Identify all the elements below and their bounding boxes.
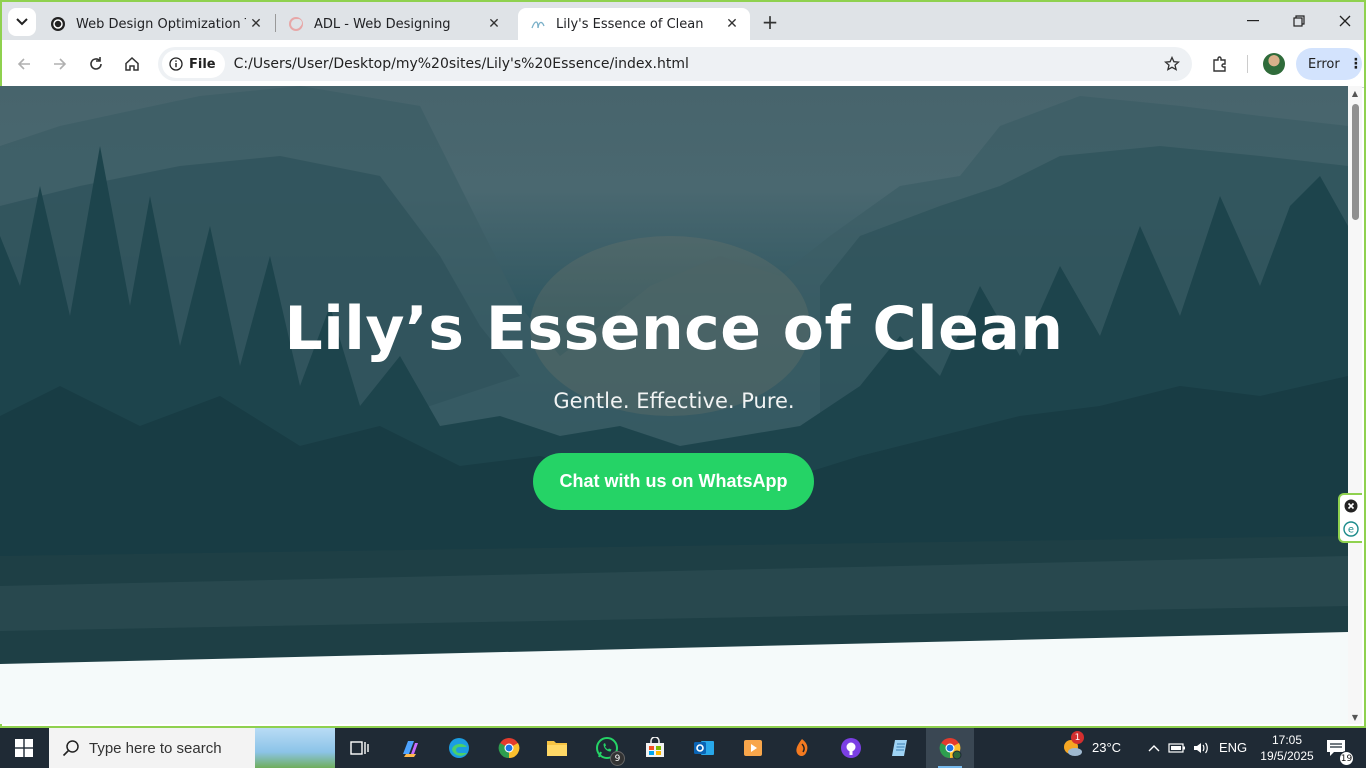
tab-title: Lily's Essence of Clean <box>556 16 704 32</box>
back-button[interactable] <box>10 50 38 78</box>
github-icon[interactable] <box>837 734 865 762</box>
home-button[interactable] <box>118 50 146 78</box>
tab-lilys-essence[interactable]: Lily's Essence of Clean ✕ <box>518 8 750 40</box>
close-window-button[interactable] <box>1322 6 1364 36</box>
bookmark-star-icon[interactable] <box>1162 54 1182 74</box>
tab-title: Web Design Optimization Tips <box>76 16 246 32</box>
svg-text:e: e <box>1348 525 1354 536</box>
kebab-menu-icon: ⋮ <box>1348 56 1363 72</box>
info-icon <box>169 57 183 71</box>
address-bar[interactable]: File C:/Users/User/Desktop/my%20sites/Li… <box>158 47 1192 81</box>
weather-temperature[interactable]: 23°C <box>1092 740 1121 755</box>
tab-adl-web-designing[interactable]: ADL - Web Designing ✕ <box>276 8 512 40</box>
chevron-down-icon <box>16 18 28 26</box>
restore-icon <box>1293 15 1305 27</box>
restore-button[interactable] <box>1276 6 1322 36</box>
copilot-icon[interactable] <box>396 734 424 762</box>
windows-logo-icon <box>15 739 33 757</box>
weather-icon[interactable]: 1 <box>1058 731 1086 762</box>
file-explorer-icon[interactable] <box>543 734 571 762</box>
close-icon[interactable]: ✕ <box>484 14 504 34</box>
task-view-icon[interactable] <box>346 734 374 762</box>
outlook-icon[interactable] <box>690 734 718 762</box>
hero-section: Lily’s Essence of Clean Gentle. Effectiv… <box>0 86 1348 666</box>
page-scrollbar[interactable]: ▲ ▼ <box>1348 86 1362 724</box>
fl-studio-icon[interactable] <box>788 734 816 762</box>
arrow-left-icon <box>17 58 30 70</box>
microsoft-store-icon[interactable] <box>641 734 669 762</box>
toolbar-divider <box>1247 55 1248 73</box>
tab-strip: Web Design Optimization Tips ✕ ADL - Web… <box>2 2 1364 40</box>
scheme-label: File <box>189 56 216 72</box>
volume-icon[interactable] <box>1187 734 1215 762</box>
notifications-count-badge: 19 <box>1339 751 1354 766</box>
url-text[interactable]: C:/Users/User/Desktop/my%20sites/Lily's%… <box>234 56 689 72</box>
reload-button[interactable] <box>82 50 110 78</box>
adl-icon <box>288 16 304 32</box>
tab-title: ADL - Web Designing <box>314 16 451 32</box>
close-circle-icon[interactable] <box>1344 499 1358 513</box>
windows-taskbar: Type here to search 9 1 23°C ENG 17:05 1… <box>0 728 1366 768</box>
search-placeholder: Type here to search <box>89 739 222 757</box>
clock-time: 17:05 <box>1271 733 1303 747</box>
lily-icon <box>530 16 546 32</box>
edge-e-icon[interactable]: e <box>1343 521 1359 537</box>
tab-search-button[interactable] <box>8 8 36 36</box>
weather-alert-badge: 1 <box>1071 731 1084 744</box>
edge-browser-icon[interactable] <box>445 734 473 762</box>
minimize-button[interactable] <box>1230 6 1276 36</box>
minimize-icon <box>1247 20 1259 22</box>
notepad-icon[interactable] <box>886 734 914 762</box>
profile-avatar[interactable] <box>1263 53 1285 75</box>
arrow-right-icon <box>54 58 67 70</box>
reload-icon <box>90 57 102 70</box>
site-info-chip[interactable]: File <box>162 50 225 78</box>
taskbar-search-box[interactable]: Type here to search <box>49 728 335 768</box>
scroll-up-arrow-icon[interactable]: ▲ <box>1351 90 1359 98</box>
whatsapp-icon[interactable]: 9 <box>593 734 625 766</box>
close-icon <box>1339 15 1351 27</box>
error-label: Error <box>1308 56 1340 72</box>
chrome-profile-icon[interactable] <box>936 734 964 762</box>
hero-content: Lily’s Essence of Clean Gentle. Effectiv… <box>0 86 1348 666</box>
forward-button[interactable] <box>46 50 74 78</box>
start-button[interactable] <box>0 728 48 768</box>
browser-toolbar: File C:/Users/User/Desktop/my%20sites/Li… <box>2 40 1364 88</box>
whatsapp-unread-badge: 9 <box>610 751 625 766</box>
close-icon[interactable]: ✕ <box>722 14 742 34</box>
scroll-thumb[interactable] <box>1352 104 1359 220</box>
search-icon <box>61 738 81 758</box>
new-tab-button[interactable]: + <box>756 10 784 34</box>
chrome-icon[interactable] <box>495 734 523 762</box>
close-icon[interactable]: ✕ <box>246 14 266 34</box>
scroll-down-arrow-icon[interactable]: ▼ <box>1351 714 1359 722</box>
search-highlight-illustration <box>255 728 335 768</box>
floating-side-widget: e <box>1338 493 1362 543</box>
hero-subtitle: Gentle. Effective. Pure. <box>553 389 795 413</box>
chatgpt-icon <box>50 16 66 32</box>
clock-date: 19/5/2025 <box>1260 749 1314 763</box>
home-icon <box>125 56 139 71</box>
notification-center-icon[interactable]: 19 <box>1322 734 1354 766</box>
system-clock[interactable]: 17:05 19/5/2025 <box>1252 732 1322 764</box>
profile-error-button[interactable]: Error ⋮ <box>1296 48 1363 80</box>
extensions-puzzle-icon[interactable] <box>1208 52 1232 76</box>
language-indicator[interactable]: ENG <box>1219 740 1247 755</box>
whatsapp-chat-button[interactable]: Chat with us on WhatsApp <box>533 453 814 510</box>
media-player-icon[interactable] <box>739 734 767 762</box>
hero-title: Lily’s Essence of Clean <box>284 294 1064 364</box>
tab-web-design-tips[interactable]: Web Design Optimization Tips ✕ <box>38 8 274 40</box>
page-viewport: Lily’s Essence of Clean Gentle. Effectiv… <box>0 86 1348 724</box>
